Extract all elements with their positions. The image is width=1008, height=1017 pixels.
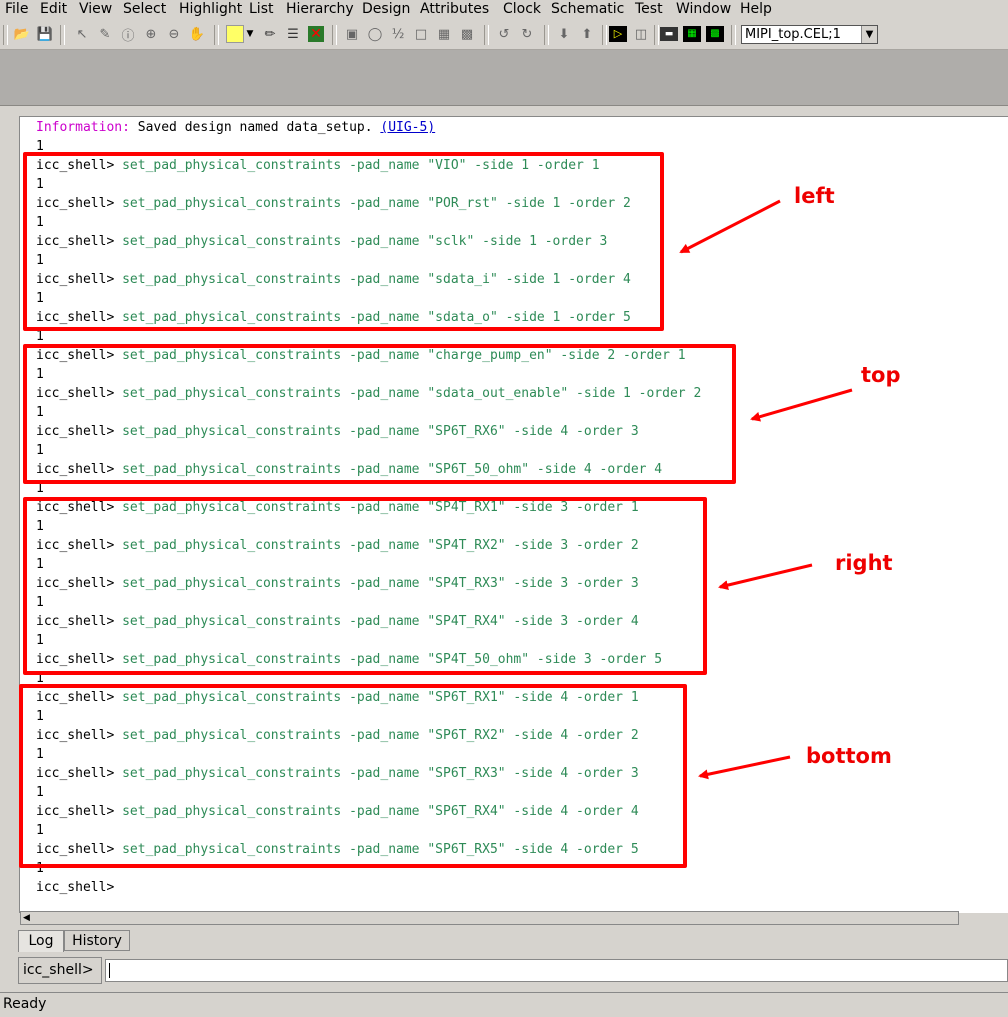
annotation-left: left: [794, 184, 835, 208]
annotation-right: right: [835, 551, 893, 575]
annotation-top: top: [861, 363, 901, 387]
arrow-top: [750, 388, 853, 422]
arrow-left: [679, 199, 781, 254]
arrow-bottom: [698, 755, 791, 780]
annotation-bottom: bottom: [806, 744, 892, 768]
annotation-arrows: [679, 199, 853, 780]
arrow-right: [718, 563, 813, 591]
